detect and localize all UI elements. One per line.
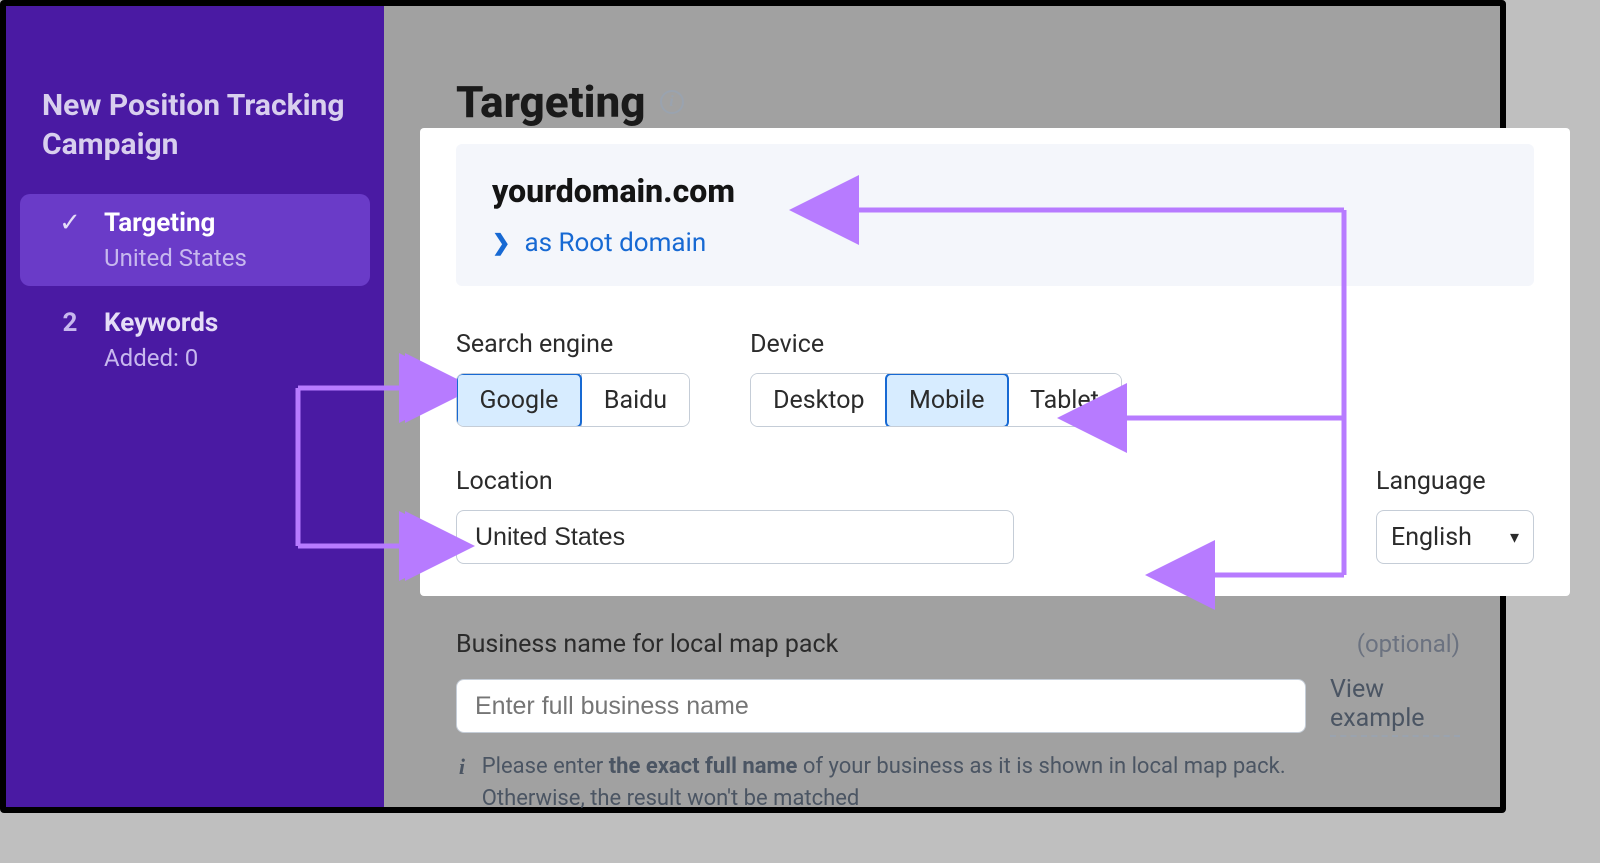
- page-title: Targeting i: [456, 76, 684, 128]
- sidebar-title: New Position Tracking Campaign: [6, 46, 384, 194]
- language-value: English: [1391, 523, 1472, 552]
- search-engine-option-baidu[interactable]: Baidu: [581, 374, 689, 426]
- location-input[interactable]: [456, 510, 1014, 564]
- business-hint: i Please enter the exact full name of yo…: [456, 751, 1356, 815]
- business-label: Business name for local map pack: [456, 630, 838, 659]
- device-segmented: Desktop Mobile Tablet: [750, 373, 1122, 427]
- domain-panel: yourdomain.com ❯ as Root domain: [456, 144, 1534, 286]
- device-group: Device Desktop Mobile Tablet: [750, 330, 1122, 427]
- location-label: Location: [456, 467, 1336, 496]
- optional-label: (optional): [1357, 630, 1460, 658]
- device-option-mobile[interactable]: Mobile: [885, 373, 1009, 427]
- device-label: Device: [750, 330, 1122, 359]
- language-group: Language English ▾: [1376, 467, 1534, 564]
- search-engine-label: Search engine: [456, 330, 690, 359]
- search-engine-option-google[interactable]: Google: [456, 373, 582, 427]
- domain-type-label: as Root domain: [524, 228, 706, 258]
- hint-pre: Please enter: [482, 754, 609, 779]
- page-title-text: Targeting: [456, 76, 646, 128]
- chevron-down-icon: ▾: [1510, 527, 1519, 548]
- location-language-row: Location Language English ▾: [456, 467, 1534, 564]
- search-engine-group: Search engine Google Baidu: [456, 330, 690, 427]
- hint-bold: the exact full name: [609, 754, 798, 779]
- business-section: Business name for local map pack (option…: [456, 630, 1460, 815]
- wizard-step-sub: United States: [104, 244, 350, 272]
- main-panel: Targeting i yourdomain.com ❯ as Root dom…: [384, 6, 1500, 807]
- domain-type-toggle[interactable]: ❯ as Root domain: [492, 228, 1498, 258]
- domain-name: yourdomain.com: [492, 172, 1498, 210]
- wizard-step-targeting[interactable]: ✓ Targeting United States: [20, 194, 370, 286]
- search-engine-segmented: Google Baidu: [456, 373, 690, 427]
- language-label: Language: [1376, 467, 1534, 496]
- app-frame: New Position Tracking Campaign ✓ Targeti…: [0, 0, 1506, 813]
- business-name-input[interactable]: [456, 679, 1306, 733]
- wizard-step-keywords[interactable]: 2 Keywords Added: 0: [20, 294, 370, 386]
- location-group: Location: [456, 467, 1336, 564]
- wizard-step-number: 2: [56, 308, 84, 338]
- info-italic-icon: i: [456, 751, 468, 815]
- view-example-link[interactable]: View example: [1330, 675, 1460, 737]
- device-option-desktop[interactable]: Desktop: [751, 374, 886, 426]
- chevron-right-icon: ❯: [492, 231, 510, 256]
- wizard-step-label: Targeting: [104, 208, 350, 238]
- targeting-card: yourdomain.com ❯ as Root domain Search e…: [420, 128, 1570, 596]
- info-icon[interactable]: i: [660, 90, 684, 114]
- device-option-tablet[interactable]: Tablet: [1007, 374, 1121, 426]
- wizard-sidebar: New Position Tracking Campaign ✓ Targeti…: [6, 6, 384, 807]
- engine-device-row: Search engine Google Baidu Device Deskto…: [456, 330, 1534, 427]
- check-icon: ✓: [56, 208, 84, 238]
- language-select[interactable]: English ▾: [1376, 510, 1534, 564]
- wizard-step-sub: Added: 0: [104, 344, 350, 372]
- wizard-step-label: Keywords: [104, 308, 350, 338]
- app-inner: New Position Tracking Campaign ✓ Targeti…: [6, 6, 1500, 807]
